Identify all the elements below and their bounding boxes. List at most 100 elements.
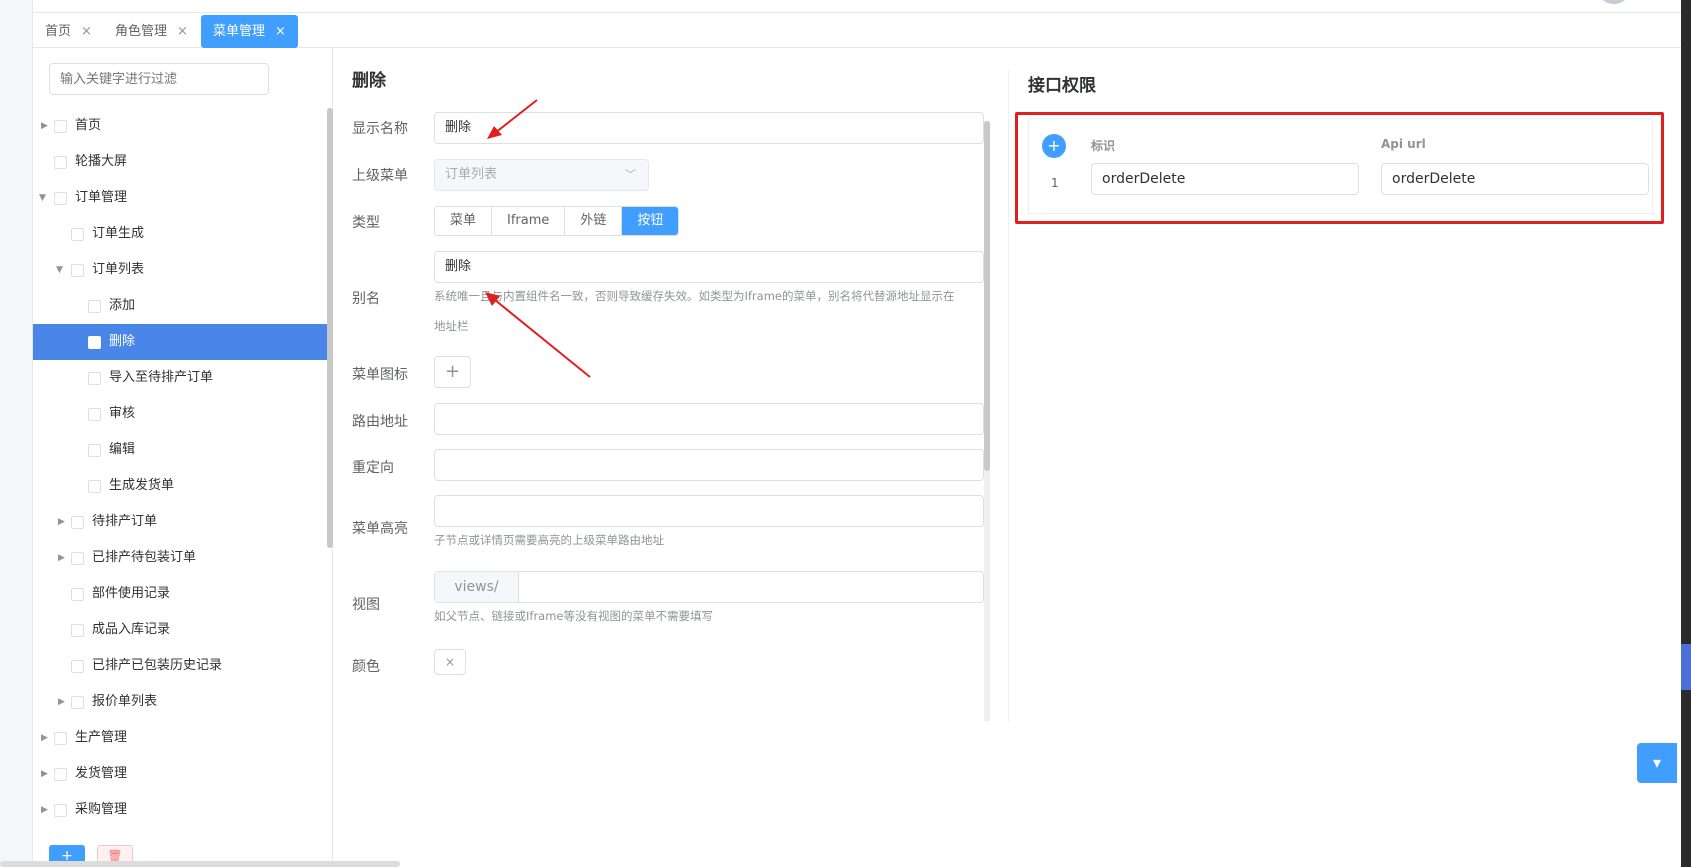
tree-checkbox[interactable] <box>71 516 84 529</box>
tree-checkbox[interactable] <box>71 696 84 709</box>
view-label: 视图 <box>352 597 380 613</box>
tree-checkbox[interactable] <box>54 192 67 205</box>
tree-checkbox[interactable] <box>71 624 84 637</box>
tree-checkbox[interactable] <box>54 120 67 133</box>
tree-checkbox[interactable] <box>71 660 84 673</box>
tree-checkbox[interactable] <box>71 228 84 241</box>
horizontal-scrollbar[interactable] <box>0 861 400 867</box>
tab-role-management[interactable]: 角色管理 × <box>103 15 200 48</box>
edge-indicator <box>1681 644 1691 690</box>
tree-node[interactable]: 轮播大屏 <box>33 144 328 180</box>
color-picker[interactable]: × <box>434 649 466 675</box>
api-row-index: 1 <box>1051 176 1059 190</box>
floating-tool-button[interactable]: ▾ <box>1637 743 1677 783</box>
tree-node[interactable]: ▼ 订单列表 <box>33 252 328 288</box>
tree-checkbox[interactable] <box>88 444 101 457</box>
tree-checkbox[interactable] <box>54 804 67 817</box>
tree-checkbox[interactable] <box>88 372 101 385</box>
caret-right-icon[interactable]: ▶ <box>58 684 65 720</box>
type-option-menu[interactable]: 菜单 <box>435 207 493 235</box>
tree-node-label: 编辑 <box>109 442 136 457</box>
form-scrollbar-thumb[interactable] <box>984 121 990 471</box>
type-label: 类型 <box>352 215 380 231</box>
tree-checkbox[interactable] <box>71 552 84 565</box>
tree-node[interactable]: ▶ 报价单列表 <box>33 684 328 720</box>
parent-menu-label: 上级菜单 <box>352 168 408 184</box>
close-icon[interactable]: × <box>177 24 188 39</box>
redirect-input[interactable] <box>434 449 984 481</box>
tree-node[interactable]: ▶ 首页 <box>33 108 328 144</box>
highlight-input[interactable] <box>434 495 984 527</box>
tree-node[interactable]: 审核 <box>33 396 328 432</box>
form-scrollbar[interactable] <box>984 121 990 721</box>
close-icon[interactable]: × <box>275 24 286 39</box>
tree-node[interactable]: 已排产已包装历史记录 <box>33 648 328 684</box>
caret-right-icon[interactable]: ▶ <box>58 540 65 576</box>
tree-checkbox[interactable] <box>71 588 84 601</box>
route-input[interactable] <box>434 403 984 435</box>
tree-node[interactable]: 导入至待排产订单 <box>33 360 328 396</box>
parent-menu-select[interactable]: 订单列表 ﹀ <box>434 159 649 191</box>
menu-form-panel: 删除 显示名称 删除 上级菜单 订单列表 ﹀ 类型 菜单 Iframe 外链 按钮… <box>334 48 994 728</box>
display-name-input[interactable]: 删除 <box>434 112 984 144</box>
tree-checkbox[interactable] <box>88 480 101 493</box>
tree-node[interactable]: ▶ 发货管理 <box>33 756 328 792</box>
icon-picker-button[interactable]: + <box>434 356 471 388</box>
close-icon[interactable]: × <box>81 24 92 39</box>
tree-node-label: 生成发货单 <box>109 478 175 493</box>
caret-down-icon[interactable]: ▼ <box>56 252 63 288</box>
tree-scrollbar[interactable] <box>327 108 333 548</box>
api-url-input[interactable]: orderDelete <box>1381 163 1649 195</box>
panel-divider <box>1008 70 1009 722</box>
tree-node[interactable]: ▶ 生产管理 <box>33 720 328 756</box>
caret-right-icon[interactable]: ▶ <box>58 504 65 540</box>
tree-node-label: 轮播大屏 <box>75 154 128 169</box>
type-option-iframe[interactable]: Iframe <box>492 207 566 235</box>
api-key-input[interactable]: orderDelete <box>1091 163 1359 195</box>
tree-checkbox[interactable] <box>88 408 101 421</box>
avatar[interactable] <box>1601 0 1627 4</box>
caret-right-icon[interactable]: ▶ <box>41 756 48 792</box>
caret-right-icon[interactable]: ▶ <box>41 720 48 756</box>
tree-checkbox[interactable] <box>88 336 101 349</box>
tree-node[interactable]: ▶ 已排产待包装订单 <box>33 540 328 576</box>
top-bar <box>33 0 1681 13</box>
tree-checkbox[interactable] <box>54 768 67 781</box>
add-api-row-button[interactable]: + <box>1042 134 1066 158</box>
tree-node[interactable]: 订单生成 <box>33 216 328 252</box>
caret-right-icon[interactable]: ▶ <box>41 792 48 828</box>
view-input-group[interactable]: views/ <box>434 571 984 603</box>
app-window: 首页 × 角色管理 × 菜单管理 × ▶ 首页 轮播大屏 ▼ 订单管理 订单生成 ▼ 订单列… <box>0 0 1691 867</box>
alias-help-text-2: 地址栏 <box>434 319 469 333</box>
tree-checkbox[interactable] <box>54 732 67 745</box>
tab-menu-management[interactable]: 菜单管理 × <box>201 15 298 48</box>
tree-node-label: 已排产待包装订单 <box>92 550 197 565</box>
window-edge <box>1681 0 1691 867</box>
tree-node[interactable]: ▶ 采购管理 <box>33 792 328 828</box>
tree-node[interactable]: ▶ 待排产订单 <box>33 504 328 540</box>
tree-node[interactable]: ▼ 订单管理 <box>33 180 328 216</box>
route-label: 路由地址 <box>352 414 408 430</box>
tree-node[interactable]: 添加 <box>33 288 328 324</box>
tree-node-label: 订单生成 <box>92 226 145 241</box>
api-permission-highlight: + 标识 Api url 1 orderDelete orderDelete <box>1015 112 1664 224</box>
type-option-link[interactable]: 外链 <box>565 207 623 235</box>
tree-node[interactable]: 部件使用记录 <box>33 576 328 612</box>
api-permission-title: 接口权限 <box>1028 76 1096 96</box>
tree-node[interactable]: 编辑 <box>33 432 328 468</box>
tree-checkbox[interactable] <box>88 300 101 313</box>
alias-label: 别名 <box>352 291 380 307</box>
tree-checkbox[interactable] <box>71 264 84 277</box>
api-permission-table: + 标识 Api url 1 orderDelete orderDelete <box>1028 118 1653 214</box>
tab-home[interactable]: 首页 × <box>33 15 104 48</box>
tree-checkbox[interactable] <box>54 156 67 169</box>
tree-node[interactable]: 成品入库记录 <box>33 612 328 648</box>
caret-right-icon[interactable]: ▶ <box>41 108 48 144</box>
caret-down-icon[interactable]: ▼ <box>39 180 46 216</box>
tree-node-selected[interactable]: 删除 <box>33 324 328 360</box>
tab-label: 角色管理 <box>115 24 168 39</box>
type-option-button[interactable]: 按钮 <box>622 207 679 235</box>
tree-filter-input[interactable] <box>49 63 269 95</box>
tree-node[interactable]: 生成发货单 <box>33 468 328 504</box>
alias-input[interactable]: 删除 <box>434 251 984 283</box>
